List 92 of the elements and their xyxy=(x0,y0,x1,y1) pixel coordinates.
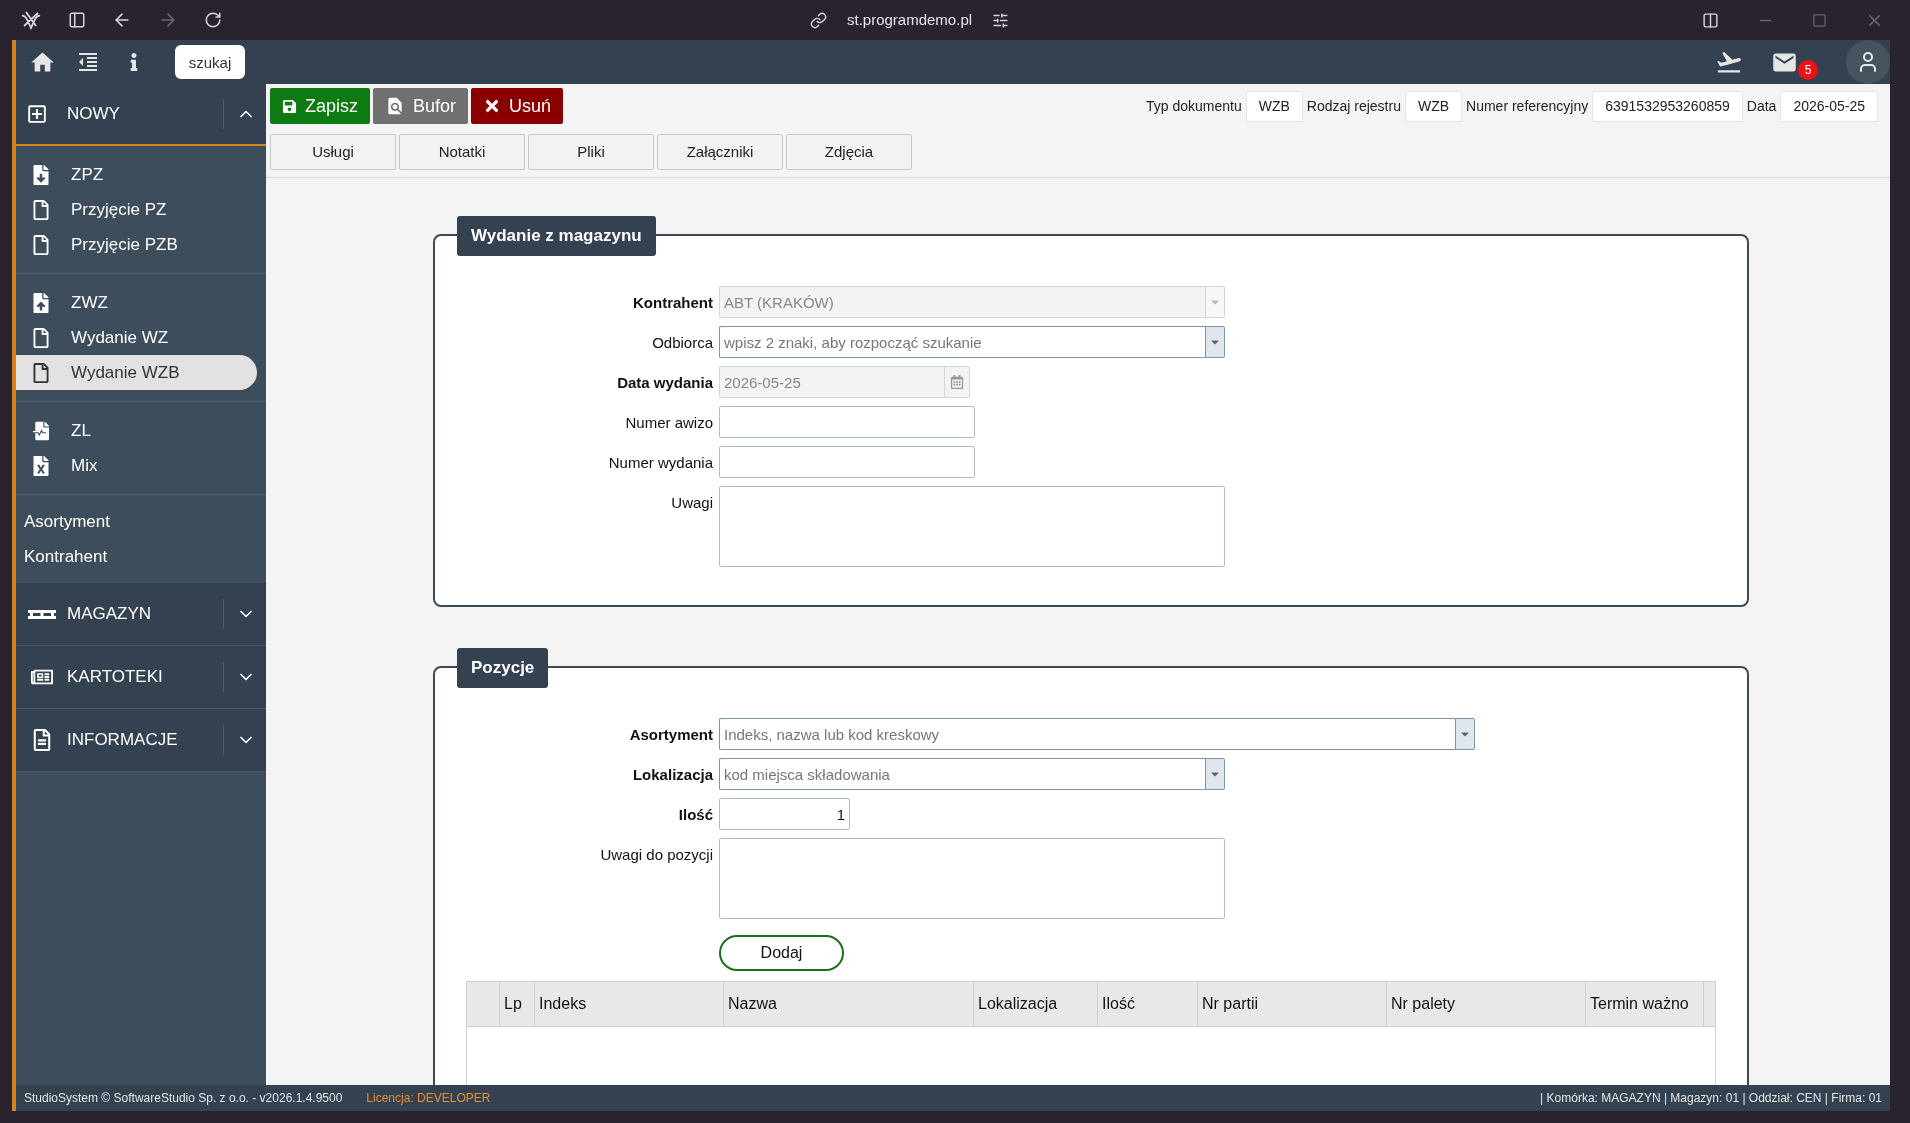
sidebar-section-header[interactable]: MAGAZYN xyxy=(16,583,266,646)
document-icon xyxy=(33,199,49,220)
column-header[interactable]: Nr partii xyxy=(1202,992,1258,1016)
dropdown-button[interactable] xyxy=(1205,758,1225,790)
combo-field[interactable]: wpisz 2 znaki, aby rozpocząć szukanie xyxy=(719,326,1205,358)
column-header[interactable]: Termin ważno xyxy=(1590,992,1689,1016)
dropdown-button[interactable] xyxy=(1205,326,1225,358)
sidebar-item[interactable]: Przyjęcie PZ xyxy=(16,192,257,227)
sidebar-item[interactable]: ZPZ xyxy=(16,157,257,192)
field-label: Asortyment xyxy=(629,725,713,745)
user-avatar[interactable] xyxy=(1846,40,1890,84)
document-search-icon xyxy=(385,96,405,116)
field-label: Numer wydania xyxy=(608,453,713,473)
text-field[interactable] xyxy=(719,446,975,478)
tab[interactable]: Usługi xyxy=(270,134,396,170)
column-header[interactable]: Nr palety xyxy=(1391,992,1456,1016)
mail-count-badge: 5 xyxy=(1798,59,1818,80)
file-upload-icon xyxy=(33,292,49,313)
sidebar-item[interactable]: Wydanie WZ xyxy=(16,320,257,355)
column-header[interactable]: Indeks xyxy=(539,992,587,1016)
field-label: Uwagi xyxy=(671,493,713,513)
toolbar-button[interactable]: Zapisz xyxy=(270,88,370,124)
combo-field[interactable]: kod miejsca składowania xyxy=(719,758,1205,790)
sidebar-item[interactable]: Wydanie WZB xyxy=(16,355,257,390)
calendar-icon xyxy=(950,375,964,389)
pallet-icon xyxy=(28,608,56,620)
notes-field[interactable] xyxy=(719,838,1225,919)
column-header[interactable]: Lokalizacja xyxy=(978,992,1058,1016)
link-icon[interactable] xyxy=(810,11,827,29)
tab[interactable]: Załączniki xyxy=(657,134,783,170)
field-label: Ilość xyxy=(678,805,713,825)
address-bar[interactable]: st.programdemo.pl xyxy=(847,8,973,32)
tab[interactable]: Zdjęcia xyxy=(786,134,912,170)
file-chart-icon xyxy=(33,420,49,441)
location-text: | Komórka: MAGAZYN | Magazyn: 01 | Oddział: CEN | Firma: 01 xyxy=(1540,1090,1882,1107)
reload-icon[interactable] xyxy=(204,11,222,29)
field-label: Lokalizacja xyxy=(632,765,713,785)
sidebar-item[interactable]: Mix xyxy=(16,448,257,483)
sidebar-link[interactable]: Asortyment xyxy=(24,508,110,535)
spreadsheet-file-icon xyxy=(33,455,49,476)
newspaper-icon xyxy=(31,667,53,687)
add-button[interactable]: Dodaj xyxy=(719,935,844,971)
text-field[interactable] xyxy=(719,406,975,438)
doc-info-label: Typ dokumentu xyxy=(1145,96,1242,116)
panel-title: Wydanie z magazynu xyxy=(457,216,656,256)
field-label: Kontrahent xyxy=(633,293,713,313)
site-settings-icon[interactable] xyxy=(992,11,1010,29)
dropdown-button[interactable] xyxy=(1455,718,1475,750)
panel-title: Pozycje xyxy=(457,648,549,688)
tab[interactable]: Pliki xyxy=(528,134,654,170)
doc-info-value: 2026-05-25 xyxy=(1780,90,1878,122)
file-download-icon xyxy=(33,164,49,185)
sidebar-item[interactable]: Przyjęcie PZB xyxy=(16,227,257,262)
browser-logo-icon[interactable] xyxy=(20,10,42,30)
field-label: Data wydania xyxy=(617,373,713,393)
column-header[interactable]: Nazwa xyxy=(728,992,777,1016)
sidebar-section-header[interactable]: KARTOTEKI xyxy=(16,646,266,709)
doc-info-value: 6391532953260859 xyxy=(1592,90,1743,122)
doc-info-value: WZB xyxy=(1404,90,1463,122)
menu-collapse-icon[interactable] xyxy=(76,50,100,74)
sidebar-item[interactable]: ZWZ xyxy=(16,285,257,320)
tab[interactable]: Notatki xyxy=(399,134,525,170)
search-field[interactable]: szukaj xyxy=(175,45,245,79)
document-icon xyxy=(33,362,49,383)
column-header[interactable]: Ilość xyxy=(1102,992,1135,1016)
calendar-button[interactable] xyxy=(944,366,970,398)
sidebar-toggle-icon[interactable] xyxy=(68,11,86,29)
field-label: Uwagi do pozycji xyxy=(600,845,713,865)
notes-field[interactable] xyxy=(719,486,1225,567)
combo-field[interactable]: Indeks, nazwa lub kod kreskowy xyxy=(719,718,1455,750)
document-icon xyxy=(33,234,49,255)
save-icon xyxy=(282,98,297,114)
sidebar-link[interactable]: Kontrahent xyxy=(24,543,108,570)
text-document-icon xyxy=(33,729,51,751)
toolbar-button[interactable]: Bufor xyxy=(373,88,469,124)
license-text: Licencja: DEVELOPER xyxy=(366,1090,491,1107)
toolbar-button[interactable]: Usuń xyxy=(471,88,564,124)
quantity-field[interactable]: 1 xyxy=(719,798,850,830)
split-view-icon[interactable] xyxy=(1702,11,1719,29)
version-text: StudioSystem © SoftwareStudio Sp. z o.o. - v2026.1.4.9500 xyxy=(24,1090,343,1107)
column-header[interactable]: Lp xyxy=(504,992,522,1016)
doc-info-label: Rodzaj rejestru xyxy=(1306,96,1401,116)
field-label: Numer awizo xyxy=(625,413,713,433)
doc-info-label: Data xyxy=(1746,96,1777,116)
doc-info-value: WZB xyxy=(1245,90,1303,122)
add-icon xyxy=(27,104,47,124)
doc-info-label: Numer referencyjny xyxy=(1466,96,1589,116)
document-icon xyxy=(33,327,49,348)
field-label: Odbiorca xyxy=(652,333,713,353)
sidebar-section-header[interactable]: INFORMACJE xyxy=(16,709,266,772)
sidebar-item[interactable]: ZL xyxy=(16,413,257,448)
sidebar-section-header[interactable]: NOWY xyxy=(16,84,266,146)
